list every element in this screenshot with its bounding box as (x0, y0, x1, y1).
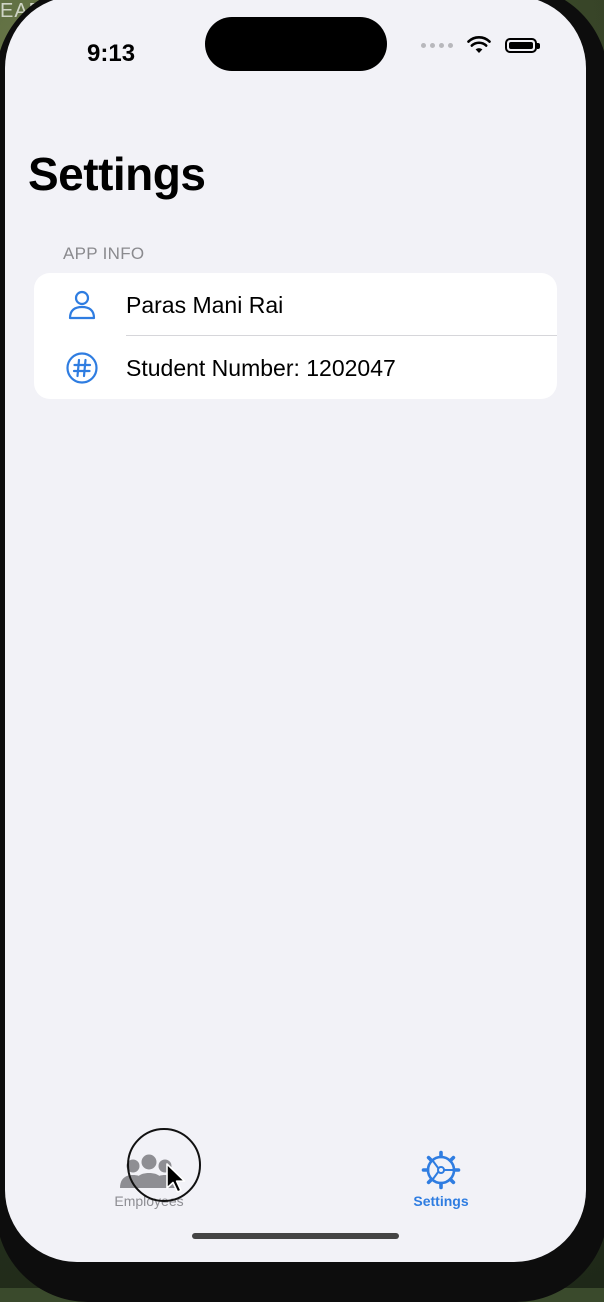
battery-icon (505, 37, 540, 53)
wifi-icon (467, 36, 491, 53)
status-time: 9:13 (87, 40, 136, 67)
mouse-pointer-icon (166, 1163, 186, 1193)
tab-settings[interactable]: Settings (371, 1146, 511, 1226)
status-indicators (421, 32, 540, 58)
cellular-dots-icon (421, 42, 453, 48)
row-student-number[interactable]: Student Number: 1202047 (34, 336, 557, 399)
page-title: Settings (28, 148, 206, 200)
number-sign-icon (66, 352, 98, 384)
student-number-label: Student Number: 1202047 (126, 355, 396, 381)
row-student-name[interactable]: Paras Mani Rai (34, 273, 557, 336)
tab-bar: Employees Settings (5, 1126, 586, 1262)
home-indicator[interactable] (192, 1233, 399, 1239)
student-name-label: Paras Mani Rai (126, 292, 284, 318)
section-header-app-info: APP INFO (63, 244, 145, 263)
phone-screen: 9:13 Settings APP INFO Paras Mani Rai St… (5, 0, 586, 1262)
phone-frame: 9:13 Settings APP INFO Paras Mani Rai St… (0, 0, 604, 1302)
person-icon (68, 290, 96, 320)
gear-icon (421, 1150, 461, 1190)
app-info-group: Paras Mani Rai Student Number: 1202047 (34, 273, 557, 399)
dynamic-island (205, 17, 387, 71)
tab-settings-label: Settings (413, 1193, 469, 1209)
touch-indicator-ring (127, 1128, 201, 1202)
